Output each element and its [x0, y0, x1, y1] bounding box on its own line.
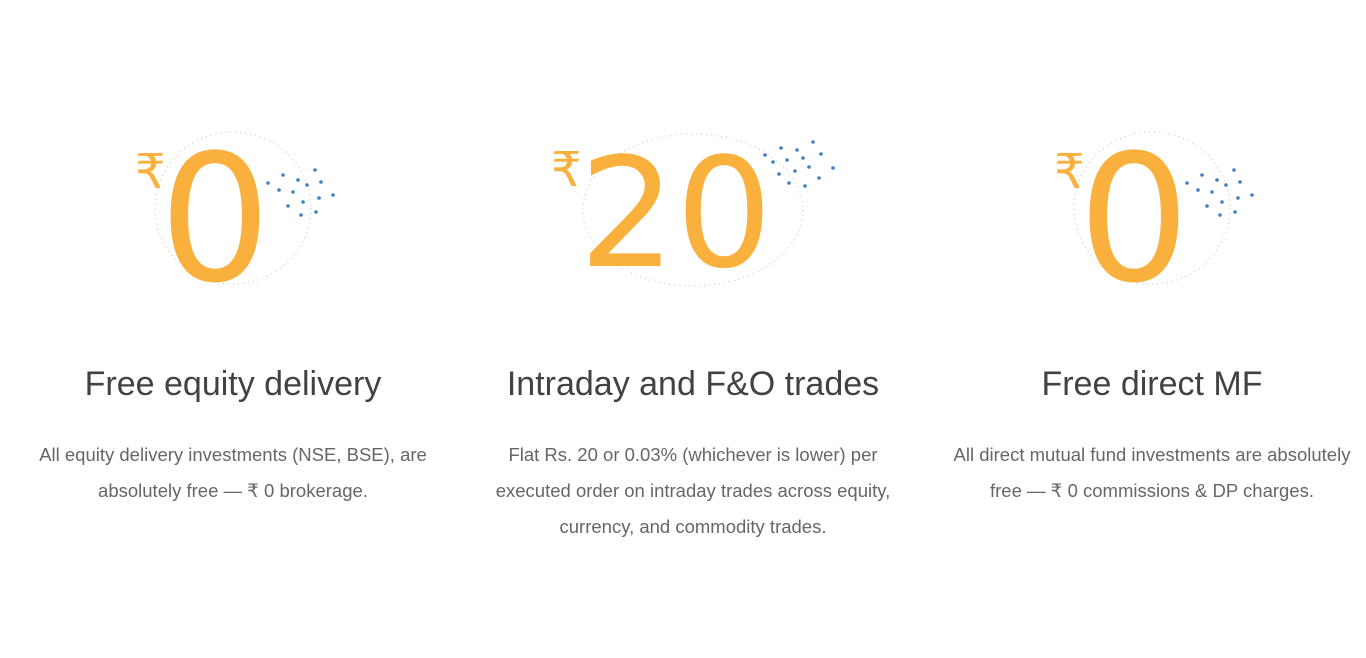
card-title: Free direct MF	[1041, 365, 1263, 403]
pricing-card-direct-mf: ₹ 0 Free direct MF All direct mutual fun…	[922, 0, 1366, 658]
dots-pattern-icon	[266, 168, 335, 217]
card-description: All direct mutual fund investments are a…	[953, 444, 1351, 501]
card-title: Intraday and F&O trades	[506, 365, 880, 403]
zero-rupee-illustration: ₹ 0	[1002, 120, 1302, 300]
card-description: All equity delivery investments (NSE, BS…	[39, 444, 427, 501]
dots-pattern-icon	[763, 140, 835, 188]
amount-digit: 0	[1078, 120, 1190, 300]
pricing-card-equity-delivery: ₹ 0 Free equity delivery All equity deli…	[3, 0, 463, 658]
card-title: Free equity delivery	[84, 365, 382, 403]
rupee-symbol: ₹	[551, 142, 582, 198]
dots-pattern-icon	[1185, 168, 1254, 217]
amount-digits: 20	[579, 125, 772, 300]
twenty-rupee-illustration: ₹ 20	[543, 120, 843, 300]
amount-digit: 0	[159, 120, 271, 300]
pricing-card-intraday-fo: ₹ 20 Intraday and F&O trades Flat Rs. 20…	[463, 0, 923, 658]
card-description: Flat Rs. 20 or 0.03% (whichever is lower…	[495, 444, 891, 537]
zero-rupee-illustration: ₹ 0	[83, 120, 383, 300]
